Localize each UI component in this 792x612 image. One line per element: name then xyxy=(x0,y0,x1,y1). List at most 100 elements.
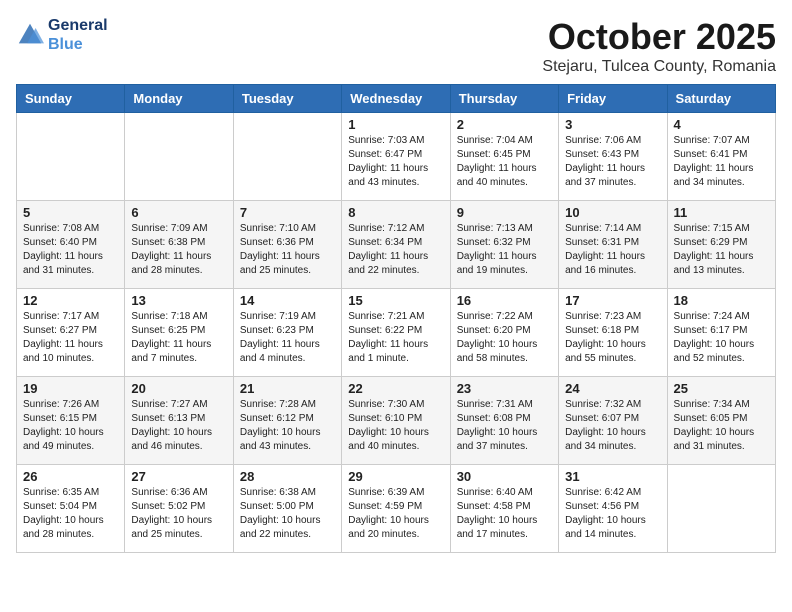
calendar-cell xyxy=(17,113,125,201)
day-info: Sunrise: 7:26 AM Sunset: 6:15 PM Dayligh… xyxy=(23,398,118,454)
weekday-header: Monday xyxy=(125,85,233,113)
day-info: Sunrise: 7:18 AM Sunset: 6:25 PM Dayligh… xyxy=(131,310,226,366)
day-number: 2 xyxy=(457,117,552,132)
day-info: Sunrise: 6:36 AM Sunset: 5:02 PM Dayligh… xyxy=(131,486,226,542)
day-info: Sunrise: 7:06 AM Sunset: 6:43 PM Dayligh… xyxy=(565,134,660,190)
calendar-cell: 22 Sunrise: 7:30 AM Sunset: 6:10 PM Dayli… xyxy=(342,377,450,465)
calendar-cell: 7Sunrise: 7:10 AM Sunset: 6:36 PM Daylig… xyxy=(233,201,341,289)
calendar-week-row: 12Sunrise: 7:17 AM Sunset: 6:27 PM Dayli… xyxy=(17,289,776,377)
calendar-week-row: 26Sunrise: 6:35 AM Sunset: 5:04 PM Dayli… xyxy=(17,465,776,553)
calendar-cell: 16 Sunrise: 7:22 AM Sunset: 6:20 PM Dayli… xyxy=(450,289,558,377)
weekday-header: Thursday xyxy=(450,85,558,113)
calendar-cell: 3 Sunrise: 7:06 AM Sunset: 6:43 PM Daylig… xyxy=(559,113,667,201)
location-title: Stejaru, Tulcea County, Romania xyxy=(542,58,776,76)
calendar-cell: 18Sunrise: 7:24 AM Sunset: 6:17 PM Dayli… xyxy=(667,289,775,377)
calendar-cell xyxy=(667,465,775,553)
calendar-cell: 17 Sunrise: 7:23 AM Sunset: 6:18 PM Dayli… xyxy=(559,289,667,377)
calendar-cell: 31 Sunrise: 6:42 AM Sunset: 4:56 PM Dayli… xyxy=(559,465,667,553)
calendar-cell: 2Sunrise: 7:04 AM Sunset: 6:45 PM Daylig… xyxy=(450,113,558,201)
day-info: Sunrise: 7:21 AM Sunset: 6:22 PM Dayligh… xyxy=(348,310,443,366)
day-number: 6 xyxy=(131,205,226,220)
day-number: 16 xyxy=(457,293,552,308)
calendar-cell: 5 Sunrise: 7:08 AM Sunset: 6:40 PM Daylig… xyxy=(17,201,125,289)
day-number: 9 xyxy=(457,205,552,220)
calendar-cell: 13Sunrise: 7:18 AM Sunset: 6:25 PM Dayli… xyxy=(125,289,233,377)
day-number: 17 xyxy=(565,293,660,308)
day-number: 20 xyxy=(131,381,226,396)
calendar-cell: 20 Sunrise: 7:27 AM Sunset: 6:13 PM Dayli… xyxy=(125,377,233,465)
calendar-cell xyxy=(233,113,341,201)
day-info: Sunrise: 7:19 AM Sunset: 6:23 PM Dayligh… xyxy=(240,310,335,366)
calendar-cell: 19 Sunrise: 7:26 AM Sunset: 6:15 PM Dayli… xyxy=(17,377,125,465)
calendar-cell xyxy=(125,113,233,201)
day-info: Sunrise: 7:30 AM Sunset: 6:10 PM Dayligh… xyxy=(348,398,443,454)
day-info: Sunrise: 7:08 AM Sunset: 6:40 PM Dayligh… xyxy=(23,222,118,278)
day-number: 27 xyxy=(131,469,226,484)
day-info: Sunrise: 7:23 AM Sunset: 6:18 PM Dayligh… xyxy=(565,310,660,366)
day-info: Sunrise: 7:27 AM Sunset: 6:13 PM Dayligh… xyxy=(131,398,226,454)
calendar-table: SundayMondayTuesdayWednesdayThursdayFrid… xyxy=(16,84,776,553)
day-info: Sunrise: 7:13 AM Sunset: 6:32 PM Dayligh… xyxy=(457,222,552,278)
calendar-cell: 30 Sunrise: 6:40 AM Sunset: 4:58 PM Dayli… xyxy=(450,465,558,553)
weekday-header: Saturday xyxy=(667,85,775,113)
day-info: Sunrise: 7:24 AM Sunset: 6:17 PM Dayligh… xyxy=(674,310,769,366)
calendar-cell: 4Sunrise: 7:07 AM Sunset: 6:41 PM Daylig… xyxy=(667,113,775,201)
day-info: Sunrise: 7:12 AM Sunset: 6:34 PM Dayligh… xyxy=(348,222,443,278)
weekday-header: Wednesday xyxy=(342,85,450,113)
day-number: 15 xyxy=(348,293,443,308)
day-number: 25 xyxy=(674,381,769,396)
day-info: Sunrise: 6:38 AM Sunset: 5:00 PM Dayligh… xyxy=(240,486,335,542)
day-number: 3 xyxy=(565,117,660,132)
day-number: 1 xyxy=(348,117,443,132)
day-info: Sunrise: 7:32 AM Sunset: 6:07 PM Dayligh… xyxy=(565,398,660,454)
day-number: 26 xyxy=(23,469,118,484)
calendar-cell: 24 Sunrise: 7:32 AM Sunset: 6:07 PM Dayli… xyxy=(559,377,667,465)
day-number: 11 xyxy=(674,205,769,220)
page-header: General Blue October 2025 Stejaru, Tulce… xyxy=(16,16,776,76)
weekday-header: Friday xyxy=(559,85,667,113)
day-number: 19 xyxy=(23,381,118,396)
logo-text-line1: General xyxy=(48,16,108,35)
day-info: Sunrise: 7:09 AM Sunset: 6:38 PM Dayligh… xyxy=(131,222,226,278)
day-number: 7 xyxy=(240,205,335,220)
weekday-header-row: SundayMondayTuesdayWednesdayThursdayFrid… xyxy=(17,85,776,113)
day-number: 30 xyxy=(457,469,552,484)
logo-icon xyxy=(16,21,44,49)
calendar-cell: 25 Sunrise: 7:34 AM Sunset: 6:05 PM Dayli… xyxy=(667,377,775,465)
day-number: 8 xyxy=(348,205,443,220)
calendar-cell: 21Sunrise: 7:28 AM Sunset: 6:12 PM Dayli… xyxy=(233,377,341,465)
weekday-header: Tuesday xyxy=(233,85,341,113)
day-number: 24 xyxy=(565,381,660,396)
calendar-week-row: 5 Sunrise: 7:08 AM Sunset: 6:40 PM Daylig… xyxy=(17,201,776,289)
title-block: October 2025 Stejaru, Tulcea County, Rom… xyxy=(542,16,776,76)
day-info: Sunrise: 7:31 AM Sunset: 6:08 PM Dayligh… xyxy=(457,398,552,454)
day-info: Sunrise: 6:42 AM Sunset: 4:56 PM Dayligh… xyxy=(565,486,660,542)
calendar-cell: 8 Sunrise: 7:12 AM Sunset: 6:34 PM Daylig… xyxy=(342,201,450,289)
day-number: 14 xyxy=(240,293,335,308)
day-info: Sunrise: 6:40 AM Sunset: 4:58 PM Dayligh… xyxy=(457,486,552,542)
calendar-cell: 26Sunrise: 6:35 AM Sunset: 5:04 PM Dayli… xyxy=(17,465,125,553)
weekday-header: Sunday xyxy=(17,85,125,113)
day-number: 4 xyxy=(674,117,769,132)
day-info: Sunrise: 7:22 AM Sunset: 6:20 PM Dayligh… xyxy=(457,310,552,366)
calendar-cell: 27 Sunrise: 6:36 AM Sunset: 5:02 PM Dayli… xyxy=(125,465,233,553)
calendar-week-row: 1Sunrise: 7:03 AM Sunset: 6:47 PM Daylig… xyxy=(17,113,776,201)
day-info: Sunrise: 7:17 AM Sunset: 6:27 PM Dayligh… xyxy=(23,310,118,366)
calendar-cell: 28Sunrise: 6:38 AM Sunset: 5:00 PM Dayli… xyxy=(233,465,341,553)
day-number: 22 xyxy=(348,381,443,396)
day-number: 23 xyxy=(457,381,552,396)
calendar-week-row: 19 Sunrise: 7:26 AM Sunset: 6:15 PM Dayli… xyxy=(17,377,776,465)
calendar-cell: 12Sunrise: 7:17 AM Sunset: 6:27 PM Dayli… xyxy=(17,289,125,377)
day-number: 10 xyxy=(565,205,660,220)
calendar-cell: 10 Sunrise: 7:14 AM Sunset: 6:31 PM Dayli… xyxy=(559,201,667,289)
day-number: 31 xyxy=(565,469,660,484)
calendar-cell: 23 Sunrise: 7:31 AM Sunset: 6:08 PM Dayli… xyxy=(450,377,558,465)
month-title: October 2025 xyxy=(542,16,776,58)
calendar-cell: 6 Sunrise: 7:09 AM Sunset: 6:38 PM Daylig… xyxy=(125,201,233,289)
logo: General Blue xyxy=(16,16,108,54)
day-info: Sunrise: 6:39 AM Sunset: 4:59 PM Dayligh… xyxy=(348,486,443,542)
day-info: Sunrise: 7:14 AM Sunset: 6:31 PM Dayligh… xyxy=(565,222,660,278)
day-number: 5 xyxy=(23,205,118,220)
day-info: Sunrise: 7:34 AM Sunset: 6:05 PM Dayligh… xyxy=(674,398,769,454)
day-number: 21 xyxy=(240,381,335,396)
